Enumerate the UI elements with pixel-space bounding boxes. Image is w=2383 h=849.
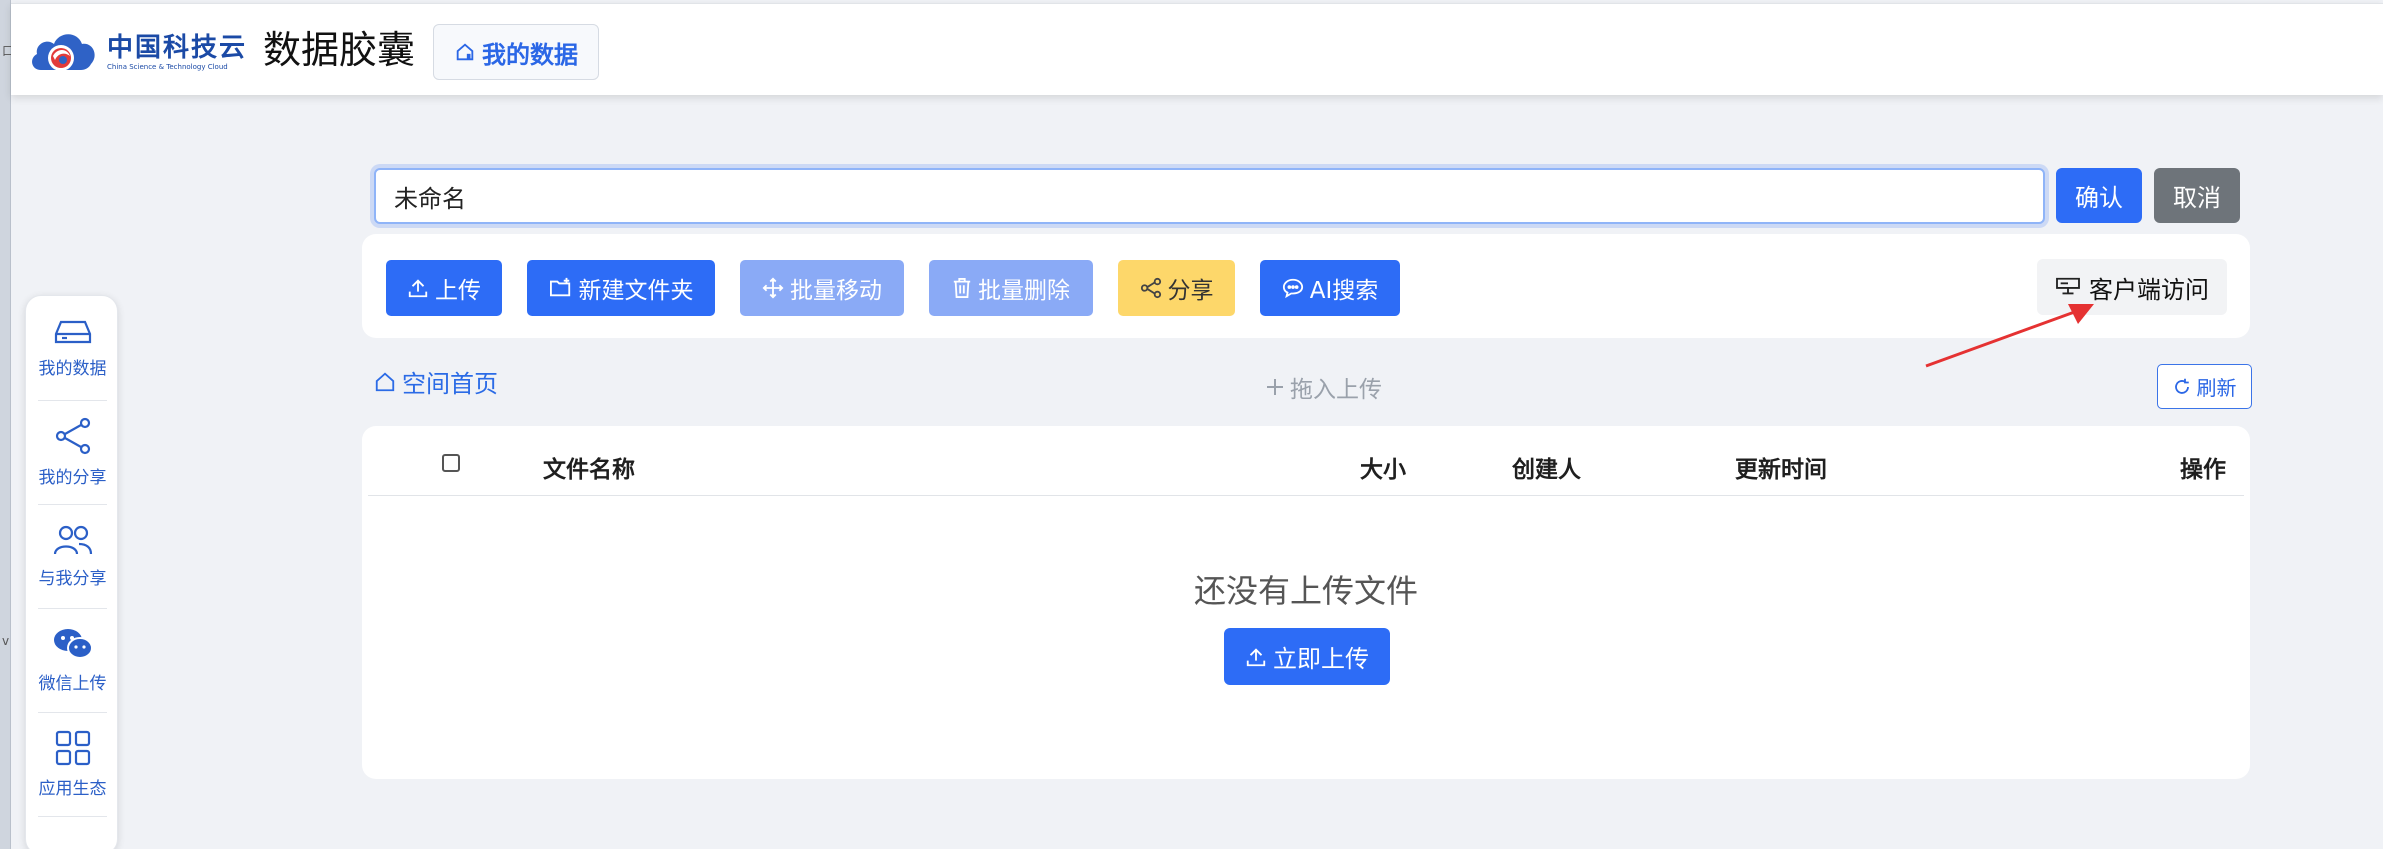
ai-search-button[interactable]: AI搜索 [1260, 260, 1400, 316]
breadcrumb-home: 空间首页 [402, 370, 498, 398]
upload-now-button[interactable]: 立即上传 [1224, 628, 1390, 685]
sidebar-item-wechat-upload[interactable]: 微信上传 [26, 608, 119, 712]
logo-text: 中国科技云 China Science & Technology Cloud [107, 34, 247, 72]
move-icon [762, 277, 784, 299]
grid-icon [55, 730, 90, 765]
sidebar-item-label: 我的数据 [38, 358, 107, 379]
drop-upload-label: 拖入上传 [1290, 377, 1382, 403]
my-data-label: 我的数据 [482, 40, 578, 69]
drop-upload-hint[interactable]: 拖入上传 [1266, 370, 1382, 404]
plus-icon [1267, 379, 1283, 395]
file-table: 文件名称 大小 创建人 更新时间 操作 还没有上传文件 立即上传 [362, 426, 2250, 779]
sidebar-item-shared-with-me[interactable]: 与我分享 [26, 504, 119, 608]
sidebar-item-label: 微信上传 [38, 673, 107, 694]
table-header: 文件名称 大小 创建人 更新时间 操作 [368, 426, 2244, 496]
breadcrumb[interactable]: 空间首页 [374, 364, 498, 399]
column-header-name: 文件名称 [543, 457, 635, 483]
share-button[interactable]: 分享 [1118, 260, 1235, 316]
client-access-label: 客户端访问 [2089, 275, 2209, 304]
sidebar-item-my-share[interactable]: 我的分享 [26, 400, 119, 504]
upload-icon [1246, 647, 1266, 666]
upload-icon [408, 279, 428, 298]
empty-state-text: 还没有上传文件 [1193, 572, 1418, 610]
wechat-icon [53, 628, 93, 659]
upload-label: 上传 [435, 278, 481, 304]
folder-add-icon [549, 277, 570, 297]
share-label: 分享 [1167, 278, 1214, 304]
batch-move-label: 批量移动 [790, 278, 882, 304]
share-icon [55, 417, 90, 454]
confirm-button[interactable]: 确认 [2056, 168, 2142, 223]
column-header-size: 大小 [1360, 457, 1406, 483]
batch-delete-button[interactable]: 批量删除 [929, 260, 1093, 316]
sidebar-item-label: 我的分享 [38, 467, 107, 488]
client-icon [2056, 277, 2080, 295]
sidebar-item-my-data[interactable]: 我的数据 [26, 296, 119, 400]
folder-name-input[interactable] [374, 168, 2045, 224]
share-icon [1140, 277, 1161, 299]
refresh-button[interactable]: 刷新 [2157, 364, 2252, 409]
app-title: 数据胶囊 [263, 28, 416, 72]
select-all-checkbox[interactable] [442, 454, 460, 472]
sidebar-item-label: 应用生态 [38, 778, 107, 799]
column-header-actions: 操作 [2180, 457, 2226, 483]
cancel-button[interactable]: 取消 [2154, 168, 2240, 223]
annotation-arrow-icon [1925, 304, 2094, 368]
my-data-button[interactable]: 我的数据 [433, 24, 599, 80]
batch-delete-label: 批量删除 [978, 278, 1070, 304]
logo-cn: 中国科技云 [107, 33, 248, 63]
refresh-icon [2174, 378, 2189, 394]
sidebar-item-app-ecosystem[interactable]: 应用生态 [26, 712, 119, 816]
sidebar: 我的数据 我的分享 与我分享 微信上传 应用生态 [25, 295, 118, 849]
ai-search-label: AI搜索 [1309, 278, 1379, 304]
trash-icon [953, 278, 971, 298]
sidebar-divider [38, 816, 107, 817]
users-icon [53, 525, 92, 554]
logo-en: China Science & Technology Cloud [107, 63, 228, 71]
home-icon [375, 372, 395, 391]
column-header-updated: 更新时间 [1735, 457, 1827, 483]
column-header-creator: 创建人 [1512, 457, 1581, 483]
upload-now-label: 立即上传 [1273, 645, 1369, 673]
new-folder-button[interactable]: 新建文件夹 [527, 260, 715, 316]
left-window-strip: 口 v [0, 0, 14, 849]
refresh-label: 刷新 [2196, 376, 2237, 400]
upload-button[interactable]: 上传 [386, 260, 502, 316]
sidebar-item-label: 与我分享 [38, 568, 107, 589]
new-folder-label: 新建文件夹 [578, 278, 694, 304]
top-header: 中国科技云 China Science & Technology Cloud 数… [11, 3, 2383, 95]
batch-move-button[interactable]: 批量移动 [740, 260, 904, 316]
chat-icon [1282, 278, 1303, 299]
drive-icon [54, 320, 91, 343]
home-icon [456, 43, 474, 61]
cloud-logo-icon [32, 34, 95, 71]
